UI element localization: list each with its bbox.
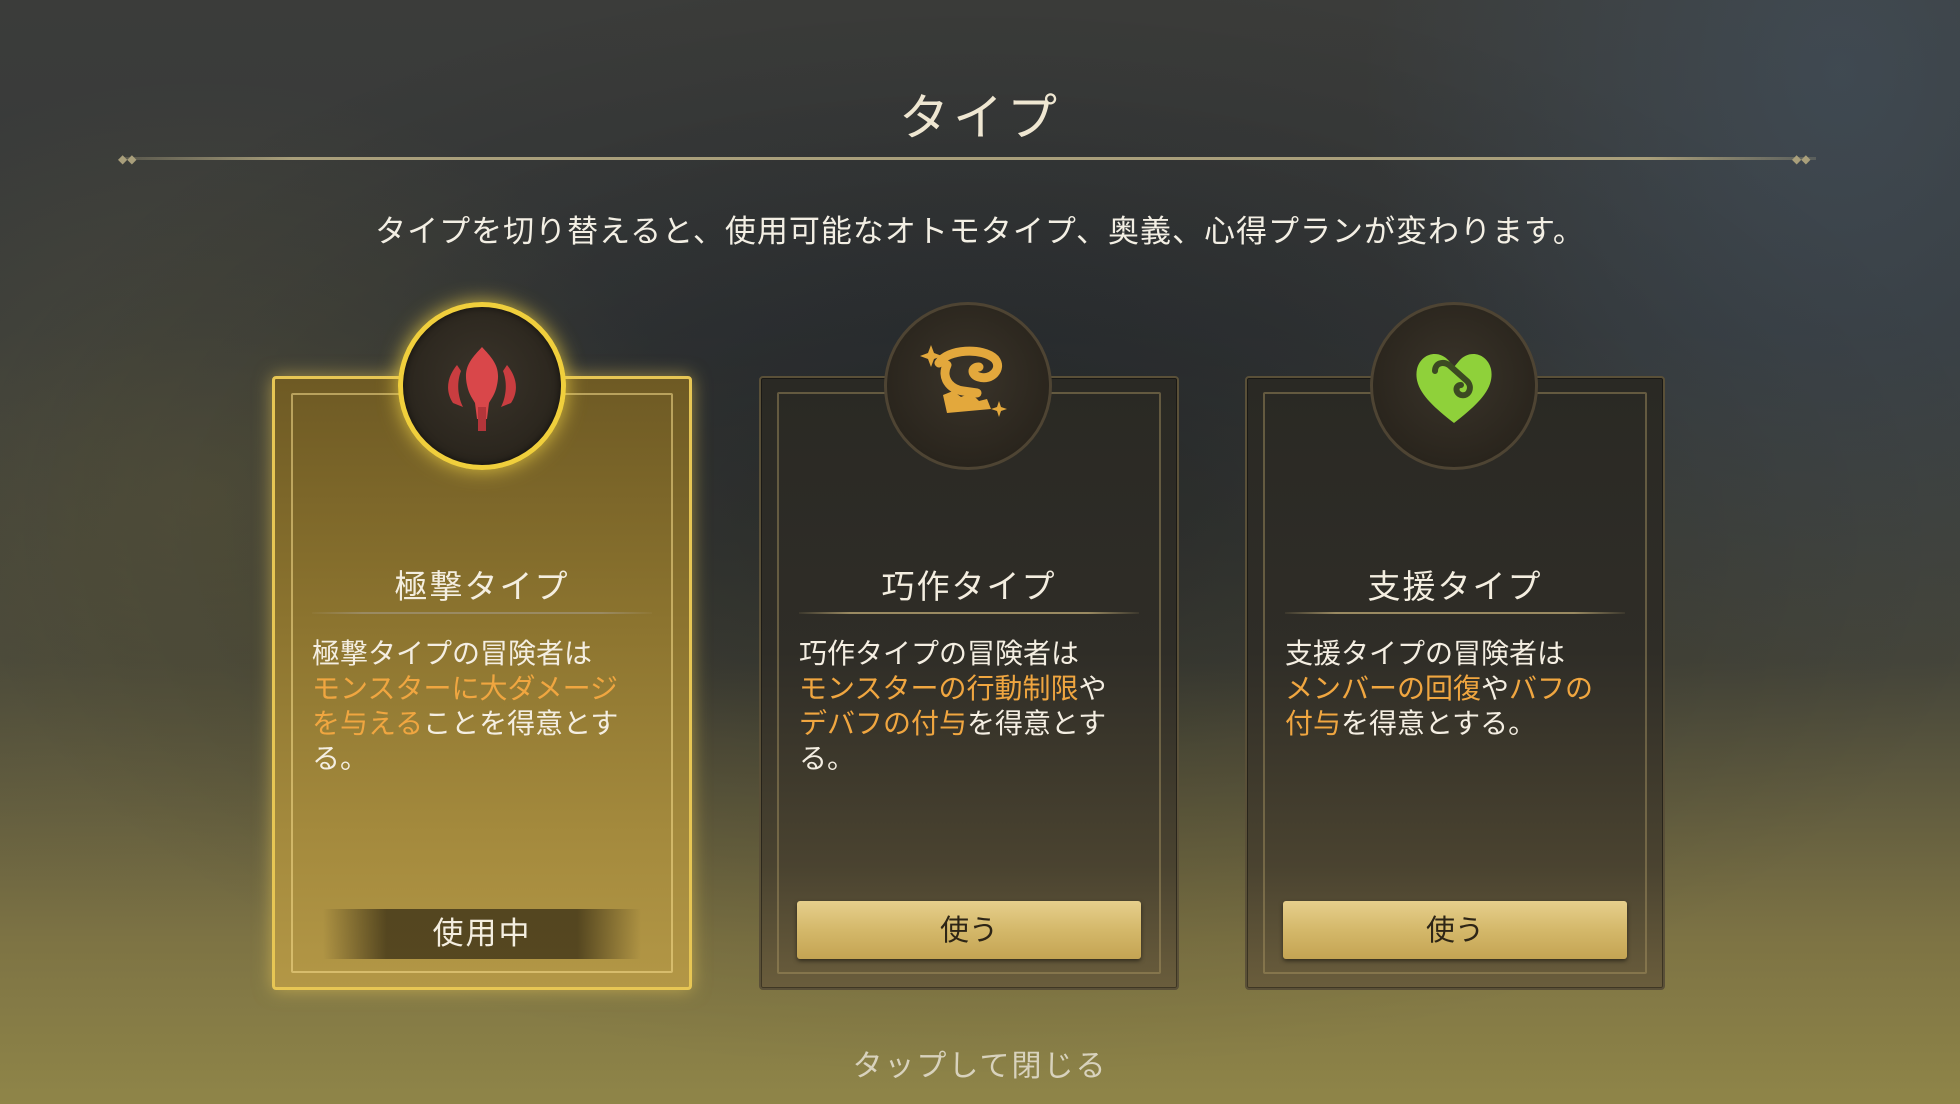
in-use-label: 使用中 (323, 909, 641, 959)
page-subtitle: タイプを切り替えると、使用可能なオトモタイプ、奥義、心得プランが変わります。 (375, 214, 1585, 250)
desc-lead: 極撃タイプの冒険者は (312, 637, 593, 670)
title-divider (124, 157, 1816, 160)
card-title: 巧作タイプ (881, 567, 1057, 606)
card-rule (312, 612, 652, 614)
desc-text: や (1078, 672, 1107, 705)
card-title: 支援タイプ (1367, 567, 1543, 606)
divider-cap-right: ◆◆ (1792, 152, 1811, 166)
tap-to-close-hint[interactable]: タップして閉じる (0, 1041, 1960, 1085)
desc-text: や (1481, 672, 1510, 705)
desc-lead: 巧作タイプの冒険者は (799, 637, 1080, 670)
heart-spiral-icon (1416, 354, 1492, 423)
spiral-scroll-icon (920, 345, 1007, 417)
card-description: 支援タイプの冒険者は メンバーの回復やバフの付与を得意とする。 (1285, 636, 1619, 741)
card-description: 巧作タイプの冒険者は モンスターの行動制限やデバフの付与を得意とする。 (799, 636, 1133, 776)
type-emblem-kousaku (884, 302, 1052, 470)
card-title: 極撃タイプ (394, 567, 570, 606)
type-emblem-kyokugeki (398, 302, 566, 470)
card-description: 極撃タイプの冒険者は モンスターに大ダメージを与えることを得意とする。 (312, 636, 646, 776)
page-title: タイプ (899, 89, 1061, 147)
desc-lead: 支援タイプの冒険者は (1285, 637, 1566, 670)
desc-highlight: メンバーの回復 (1285, 672, 1482, 705)
card-rule (1285, 612, 1625, 614)
trident-icon (448, 347, 516, 431)
use-button-shien[interactable]: 使う (1283, 901, 1627, 959)
type-emblem-shien (1370, 302, 1538, 470)
desc-highlight: デバフの付与 (799, 707, 968, 740)
desc-text: を得意とする。 (1341, 707, 1537, 740)
desc-highlight: モンスターの行動制限 (799, 672, 1079, 705)
card-rule (799, 612, 1139, 614)
divider-cap-left: ◆◆ (118, 152, 137, 166)
use-button-kousaku[interactable]: 使う (797, 901, 1141, 959)
